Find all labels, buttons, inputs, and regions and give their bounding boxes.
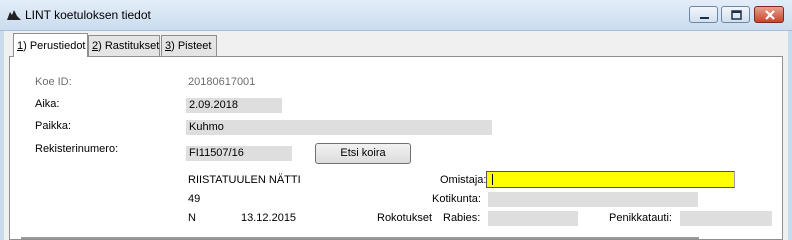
etsi-koira-button[interactable]: Etsi koira	[315, 143, 411, 164]
dog-name: RIISTATUULEN NÄTTI	[188, 174, 301, 186]
kotikunta-field[interactable]	[488, 192, 698, 207]
section-divider	[21, 237, 699, 239]
dog-birthdate: 13.12.2015	[241, 212, 297, 224]
omistaja-input[interactable]	[486, 171, 735, 188]
rekisterinumero-field[interactable]: FI11507/16	[186, 146, 292, 161]
tab-rastitukset[interactable]: 2) Rastitukset	[88, 35, 160, 56]
close-button[interactable]	[754, 6, 784, 23]
rekisterinumero-label: Rekisterinumero:	[35, 143, 119, 155]
maximize-icon	[731, 10, 742, 20]
kotikunta-label: Kotikunta:	[432, 193, 481, 205]
rabies-label: Rabies:	[443, 212, 481, 224]
window-title: LINT koetuloksen tiedot	[25, 8, 151, 22]
penikkatauti-label: Penikkatauti:	[609, 212, 672, 224]
aika-label: Aika:	[35, 98, 60, 110]
tab-pisteet[interactable]: 3) Pisteet	[161, 35, 217, 56]
maximize-button[interactable]	[721, 6, 750, 23]
window-client-area: 1) Perustiedot 2) Rastitukset 3) Pisteet…	[4, 31, 788, 240]
rokotukset-label: Rokotukset	[377, 212, 433, 224]
tab-rastitukset-label: ) Rastitukset	[98, 40, 160, 52]
tab-pisteet-label: ) Pisteet	[171, 40, 212, 52]
paikka-field[interactable]: Kuhmo	[186, 120, 492, 135]
tab-perustiedot[interactable]: 1) Perustiedot	[13, 33, 88, 57]
dog-sex: N	[188, 212, 196, 224]
text-caret	[492, 174, 493, 185]
penikkatauti-field[interactable]	[680, 211, 772, 226]
koe-id-value: 20180617001	[188, 76, 256, 88]
rabies-field[interactable]	[488, 211, 578, 226]
tab-panel-perustiedot: Koe ID: 20180617001 Aika: 2.09.2018 Paik…	[9, 56, 783, 240]
minimize-icon	[700, 17, 709, 19]
omistaja-label: Omistaja:	[440, 174, 487, 186]
dog-number: 49	[188, 193, 201, 205]
title-bar: LINT koetuloksen tiedot	[0, 0, 792, 31]
close-icon	[765, 10, 775, 20]
aika-field[interactable]: 2.09.2018	[186, 98, 282, 113]
minimize-button[interactable]	[689, 6, 718, 23]
paikka-label: Paikka:	[35, 120, 72, 132]
app-icon	[7, 10, 21, 20]
tab-perustiedot-label: ) Perustiedot	[23, 40, 86, 52]
koe-id-label: Koe ID:	[35, 76, 72, 88]
